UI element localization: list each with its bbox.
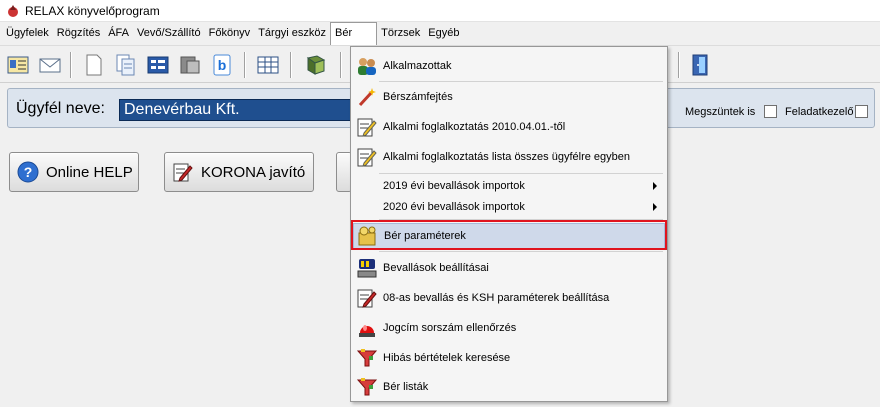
menu-item-label: Bér listák [383,381,429,393]
menu-torzsek[interactable]: Törzsek [377,23,424,44]
table-grid-icon[interactable] [254,51,282,79]
task-manager-label: Feladatkezelő [785,106,854,118]
copy-document-icon[interactable] [112,51,140,79]
submenu-arrow-icon [653,203,657,211]
menu-item-ber-listak[interactable]: Bér listák [353,373,665,401]
menu-item-label: Alkalmi foglalkoztatás lista összes ügyf… [383,151,631,163]
book-icon[interactable] [302,51,330,79]
calculator-icon[interactable] [144,51,172,79]
menu-item-label: Bevallások beállításai [383,262,489,274]
toolbar-separator [340,52,342,78]
menu-item-import-2019[interactable]: 2019 évi bevallások importok [353,176,665,196]
client-name-field[interactable]: Denevérbau Kft. [119,99,355,121]
svg-text:b: b [218,57,227,73]
edit-note-icon [171,160,195,184]
filter-funnel-icon [355,346,379,370]
customer-card-icon[interactable] [4,51,32,79]
highlight-frame [351,220,667,250]
menu-item-alkalmazottak[interactable]: Alkalmazottak [353,53,665,79]
menu-vevo-szallito[interactable]: Vevő/Szállító [133,23,205,44]
app-logo-icon [8,4,18,17]
magic-wand-icon [355,85,379,109]
window-title: RELAX könyvelőprogram [25,3,160,18]
settings-machine-icon [355,256,379,280]
menu-item-label: Alkalmazottak [383,60,452,72]
menu-item-hibas-bertetelek[interactable]: Hibás bértételek keresése [353,344,665,372]
employees-icon [355,54,379,78]
toolbar-separator [678,52,680,78]
menu-item-berszamfejtes[interactable]: Bérszámfejtés [353,84,665,110]
menu-ber[interactable]: Bér [330,22,378,45]
menu-egyeb[interactable]: Egyéb [424,23,463,44]
title-bar: RELAX könyvelőprogram [0,0,880,22]
gray-document-icon[interactable] [176,51,204,79]
menu-item-label: Alkalmi foglalkoztatás 2010.04.01.-től [383,121,566,133]
toolbar-separator [290,52,292,78]
online-help-button[interactable]: ? Online HELP [9,152,139,192]
menu-separator [379,81,663,82]
menu-item-label: 2020 évi bevallások importok [383,201,525,213]
menu-ugyfelek[interactable]: Ügyfelek [2,23,53,44]
menu-item-label: Bérszámfejtés [383,91,453,103]
korona-fix-label: KORONA javító [201,163,306,181]
closed-clients-label: Megszüntek is [685,106,756,118]
edit-note-icon [355,115,379,139]
menu-item-label: 2019 évi bevallások importok [383,180,525,192]
edit-note-icon [355,145,379,169]
mail-icon[interactable] [36,51,64,79]
closed-clients-checkbox[interactable] [764,105,777,118]
menu-item-label: Jogcím sorszám ellenőrzés [383,322,517,334]
menu-item-bevallasok-beallitasai[interactable]: Bevallások beállításai [353,254,665,282]
task-manager-checkbox[interactable] [855,105,868,118]
menu-item-08-bevallas-ksh[interactable]: 08-as bevallás és KSH paraméterek beállí… [353,284,665,312]
exit-door-icon[interactable] [686,51,714,79]
menu-bar: Ügyfelek Rögzítés ÁFA Vevő/Szállító Főkö… [0,22,880,45]
menu-separator [379,173,663,174]
menu-item-label: 08-as bevallás és KSH paraméterek beállí… [383,292,610,304]
blue-b-icon[interactable]: b [208,51,236,79]
menu-fokonyv[interactable]: Főkönyv [205,23,255,44]
online-help-label: Online HELP [46,163,133,181]
document-icon[interactable] [80,51,108,79]
menu-afa[interactable]: ÁFA [104,23,133,44]
menu-item-jogcim-ellenorzes[interactable]: Jogcím sorszám ellenőrzés [353,314,665,342]
menu-rogzites[interactable]: Rögzítés [53,23,104,44]
korona-fix-button[interactable]: KORONA javító [164,152,314,192]
edit-note-icon [355,286,379,310]
toolbar-separator [244,52,246,78]
menu-targyi-eszkoz[interactable]: Tárgyi eszköz [254,23,330,44]
submenu-arrow-icon [653,182,657,190]
menu-item-alkalmi-foglalkoztatas[interactable]: Alkalmi foglalkoztatás 2010.04.01.-től [353,113,665,141]
menu-item-alkalmi-lista[interactable]: Alkalmi foglalkoztatás lista összes ügyf… [353,143,665,171]
help-icon: ? [16,160,40,184]
filter-funnel-icon [355,375,379,399]
menu-item-label: Hibás bértételek keresése [383,352,511,364]
menu-item-import-2020[interactable]: 2020 évi bevallások importok [353,197,665,217]
red-alarm-icon [355,316,379,340]
menu-separator [379,251,663,252]
relax-app-window: RELAX könyvelőprogram Ügyfelek Rögzítés … [0,0,880,407]
svg-text:?: ? [24,164,33,180]
client-name-label: Ügyfél neve: [16,100,105,117]
toolbar-separator [70,52,72,78]
